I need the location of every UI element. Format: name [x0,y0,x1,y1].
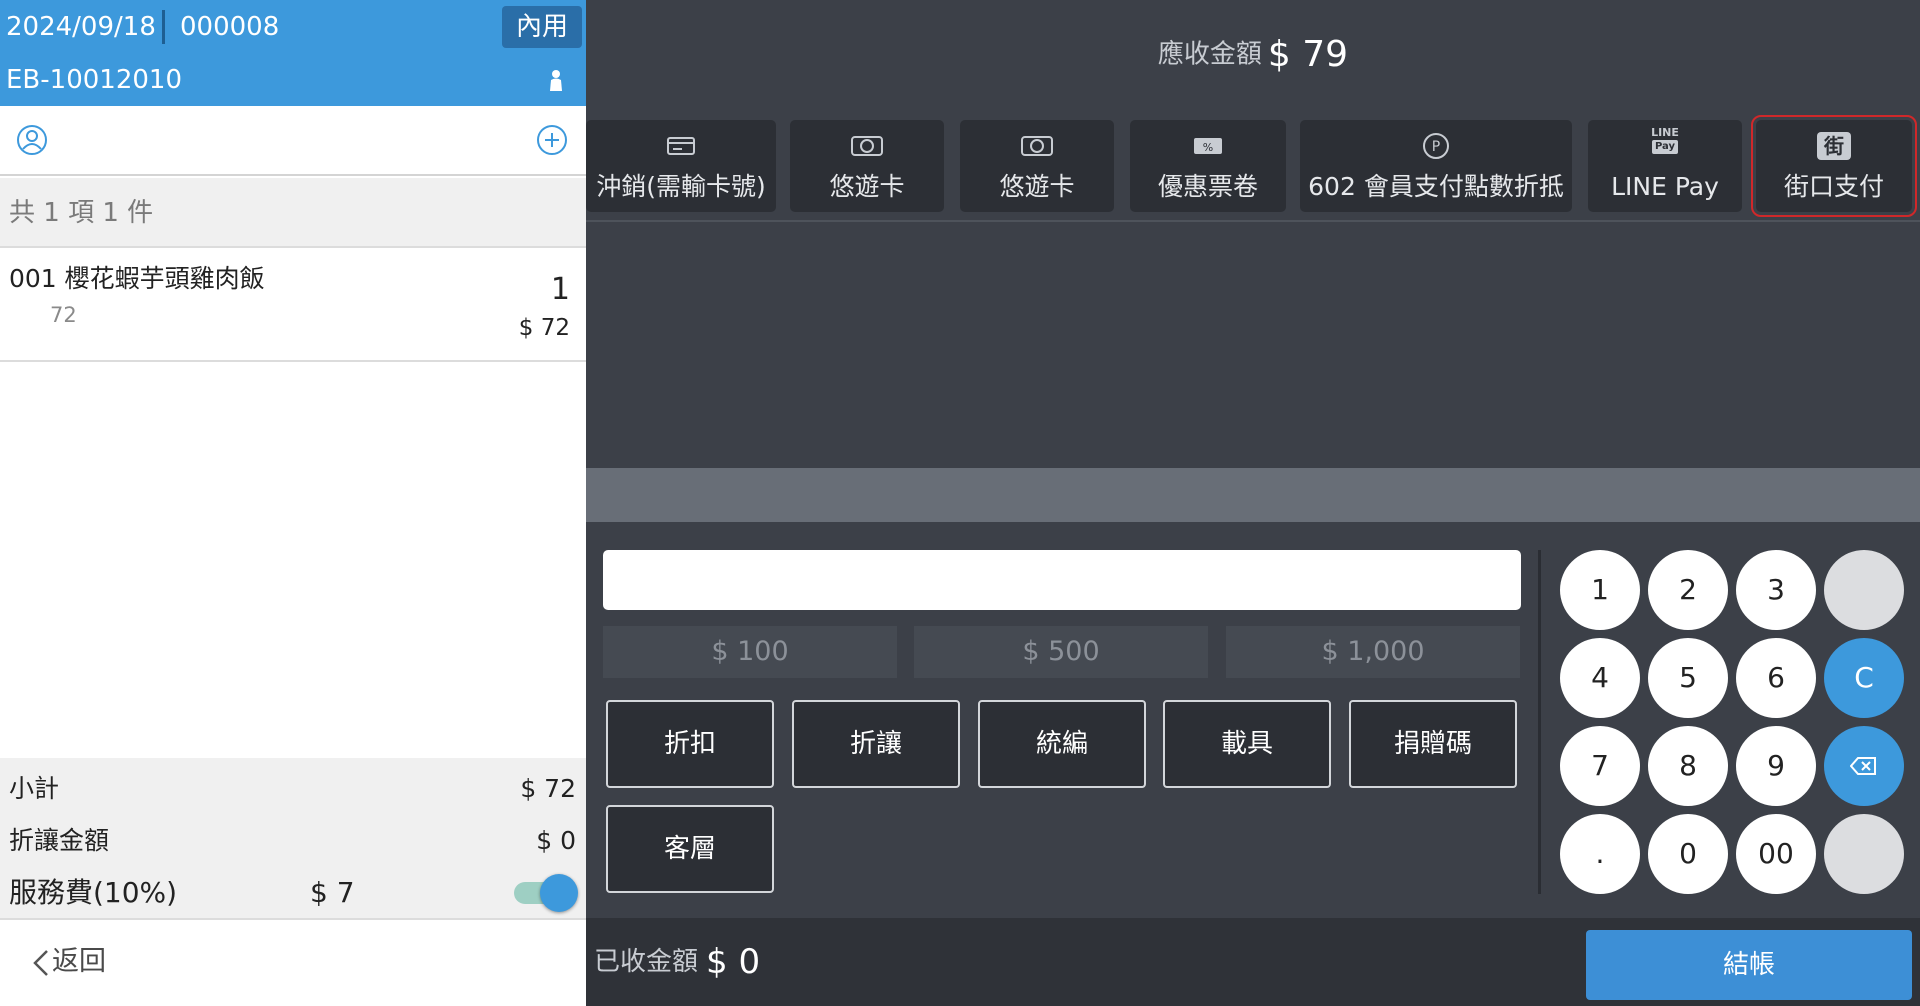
card-reversal-icon [667,137,695,155]
service-fee-label: 服務費(10%) [9,876,178,909]
amount-due-label: 應收金額 [1157,39,1262,70]
customer-group-button[interactable]: 客層 [606,805,774,893]
discount-row: 折讓金額 $ 0 [0,816,586,866]
payment-method-line-pay[interactable]: LINE Pay LINE Pay [1588,120,1742,212]
item-name: 001 櫻花蝦芋頭雞肉飯 [9,264,265,293]
account-id: EB-10012010 [6,65,182,95]
allowance-button[interactable]: 折讓 [792,700,960,788]
add-circle-icon[interactable] [536,124,568,156]
payment-method-label: 悠遊卡 [829,172,905,201]
order-date: 2024/09/18 [6,12,156,42]
payment-method-label: 悠遊卡 [999,172,1075,201]
subtotal-value: $ 72 [520,774,576,803]
payment-method-coupon[interactable]: % 優惠票卷 [1130,120,1286,212]
discount-value: $ 0 [536,826,576,855]
cart-summary: 共 1 項 1 件 [0,178,586,248]
easycard-icon [1021,136,1053,156]
totals-section: 小計 $ 72 折讓金額 $ 0 服務費(10%) $ 7 [0,758,586,918]
header-divider [162,10,165,44]
discount-label: 折讓金額 [9,826,110,855]
customer-bar [0,106,586,176]
customer-icon[interactable] [16,124,48,156]
toggle-knob [540,874,578,912]
key-6[interactable]: 6 [1736,638,1816,718]
easycard-icon [851,136,883,156]
key-4[interactable]: 4 [1560,638,1640,718]
service-fee-row: 服務費(10%) $ 7 [0,868,586,918]
payment-method-jko-pay[interactable]: 街 街口支付 [1751,115,1917,217]
svg-text:%: % [1203,141,1213,154]
key-3[interactable]: 3 [1736,550,1816,630]
payment-panel: 應收金額 $ 79 沖銷(需輸卡號) 悠遊卡 悠遊卡 % 優惠票卷 P 602 … [586,0,1920,1006]
received-label: 已收金額 [594,947,699,977]
carrier-button[interactable]: 載具 [1163,700,1331,788]
item-base-price: 72 [50,303,77,327]
key-blank-2[interactable] [1824,814,1904,894]
back-label: 返回 [52,946,106,977]
service-fee-toggle[interactable] [514,874,578,912]
jko-pay-icon: 街 [1817,132,1851,160]
divider-band [586,468,1920,522]
payment-method-label: 優惠票卷 [1157,172,1258,201]
key-0[interactable]: 0 [1648,814,1728,894]
line-pay-icon-bottom: Pay [1652,140,1678,154]
clear-key[interactable]: C [1824,638,1904,718]
subtotal-row: 小計 $ 72 [0,764,586,814]
key-2[interactable]: 2 [1648,550,1728,630]
backspace-icon [1849,757,1876,775]
item-quantity: 1 [550,272,570,307]
back-button[interactable]: 返回 [0,918,586,1006]
dine-type-button[interactable]: 內用 [502,6,582,48]
key-decimal[interactable]: . [1560,814,1640,894]
payment-method-easycard-2[interactable]: 悠遊卡 [960,120,1114,212]
payment-methods-bar: 沖銷(需輸卡號) 悠遊卡 悠遊卡 % 優惠票卷 P 602 會員支付點數折抵 L… [586,115,1920,222]
key-9[interactable]: 9 [1736,726,1816,806]
cart-item[interactable]: 001 櫻花蝦芋頭雞肉飯 72 1 $ 72 [0,250,586,362]
chevron-left-icon [33,950,48,976]
donation-code-button[interactable]: 捐贈碼 [1349,700,1517,788]
order-header: 2024/09/18 000008 內用 EB-10012010 [0,0,586,106]
payment-method-label: 沖銷(需輸卡號) [596,172,766,201]
payment-method-label: 街口支付 [1783,172,1884,201]
points-icon: P [1423,133,1449,159]
checkout-button[interactable]: 結帳 [1586,930,1912,1000]
discount-button[interactable]: 折扣 [606,700,774,788]
amount-input[interactable] [603,550,1521,610]
received-value: $ 0 [706,942,761,982]
order-number: 000008 [180,12,280,42]
quick-amount-1000[interactable]: $ 1,000 [1226,626,1520,678]
payment-method-label: LINE Pay [1611,172,1719,201]
order-panel: 2024/09/18 000008 內用 EB-10012010 共 1 項 1… [0,0,586,1006]
key-8[interactable]: 8 [1648,726,1728,806]
payment-method-label: 602 會員支付點數折抵 [1308,172,1564,201]
item-total: $ 72 [518,315,570,341]
coupon-icon: % [1194,138,1222,154]
quick-amount-500[interactable]: $ 500 [914,626,1208,678]
backspace-key[interactable] [1824,726,1904,806]
payment-method-easycard-1[interactable]: 悠遊卡 [790,120,944,212]
payment-method-reversal[interactable]: 沖銷(需輸卡號) [586,120,776,212]
line-pay-icon: LINE Pay [1648,126,1682,160]
key-blank-1[interactable] [1824,550,1904,630]
key-00[interactable]: 00 [1736,814,1816,894]
svg-text:P: P [1432,139,1440,155]
tax-id-button[interactable]: 統編 [978,700,1146,788]
key-5[interactable]: 5 [1648,638,1728,718]
key-7[interactable]: 7 [1560,726,1640,806]
person-icon[interactable] [548,69,564,91]
keypad-divider [1538,550,1541,894]
payment-footer: 已收金額 $ 0 結帳 [586,918,1920,1006]
quick-amount-100[interactable]: $ 100 [603,626,897,678]
line-pay-icon-top: LINE [1651,126,1679,139]
key-1[interactable]: 1 [1560,550,1640,630]
service-fee-value: $ 7 [310,876,355,909]
amount-due-value: $ 79 [1267,33,1349,75]
subtotal-label: 小計 [9,774,60,803]
amount-due: 應收金額 $ 79 [586,28,1920,81]
payment-method-member-points[interactable]: P 602 會員支付點數折抵 [1300,120,1572,212]
